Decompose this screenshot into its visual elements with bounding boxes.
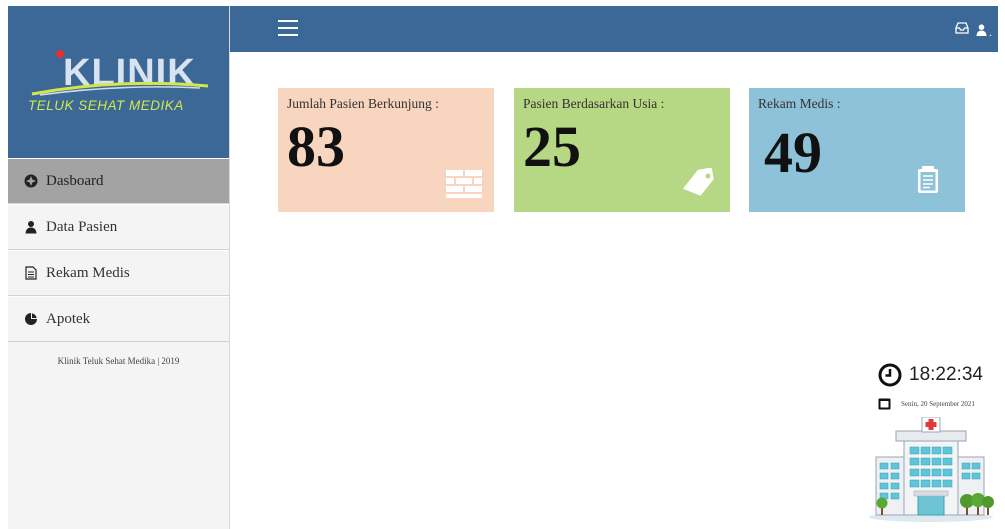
logo-swoosh	[31, 81, 209, 96]
user-icon	[24, 220, 38, 234]
pie-chart-icon	[24, 312, 38, 326]
card-label: Pasien Berdasarkan Usia :	[523, 96, 665, 111]
sidebar-item-rekam-medis[interactable]: Rekam Medis	[8, 250, 229, 296]
topbar: .	[230, 6, 998, 52]
card-rekam-medis[interactable]: Rekam Medis : 49	[749, 88, 965, 212]
brick-icon	[446, 170, 482, 198]
logo[interactable]: KLINIK TELUK SEHAT MEDIKA	[8, 6, 229, 158]
sidebar-footer: Klinik Teluk Sehat Medika | 2019	[57, 356, 180, 366]
card-pasien-usia[interactable]: Pasien Berdasarkan Usia : 25	[514, 88, 730, 212]
clock-time: 18:22:34	[909, 364, 983, 385]
date-text: Senin, 20 September 2021	[901, 400, 975, 408]
sidebar-item-label: Rekam Medis	[46, 264, 130, 281]
app-frame: KLINIK TELUK SEHAT MEDIKA Dasboard Data …	[8, 6, 998, 529]
compass-icon	[24, 174, 38, 188]
card-pasien-berkunjung[interactable]: Jumlah Pasien Berkunjung : 83	[278, 88, 494, 212]
sidebar-item-dasboard[interactable]: Dasboard	[8, 158, 229, 204]
clock-icon	[878, 363, 902, 387]
inbox-icon[interactable]	[955, 21, 969, 39]
date-row: Senin, 20 September 2021	[878, 398, 975, 410]
sidebar: KLINIK TELUK SEHAT MEDIKA Dasboard Data …	[8, 6, 230, 529]
clock: 18:22:34	[878, 363, 983, 387]
document-icon	[24, 266, 38, 280]
hospital-illustration	[869, 417, 994, 522]
user-menu-caret: .	[989, 25, 992, 39]
tag-icon	[682, 168, 714, 196]
sidebar-item-label: Data Pasien	[46, 218, 118, 235]
card-label: Jumlah Pasien Berkunjung :	[287, 96, 439, 111]
clipboard-icon	[918, 166, 938, 193]
hamburger-icon[interactable]	[278, 20, 298, 38]
sidebar-item-label: Dasboard	[46, 172, 104, 189]
card-value: 83	[287, 114, 345, 179]
card-value: 49	[764, 120, 822, 185]
card-value: 25	[523, 114, 581, 179]
sidebar-item-apotek[interactable]: Apotek	[8, 296, 229, 342]
logo-subtitle: TELUK SEHAT MEDIKA	[28, 98, 184, 113]
calendar-icon	[878, 398, 891, 410]
topbar-icons: .	[955, 21, 992, 39]
user-menu-icon[interactable]: .	[975, 23, 992, 39]
sidebar-item-data-pasien[interactable]: Data Pasien	[8, 204, 229, 250]
sidebar-item-label: Apotek	[46, 310, 91, 327]
card-label: Rekam Medis :	[758, 96, 841, 111]
